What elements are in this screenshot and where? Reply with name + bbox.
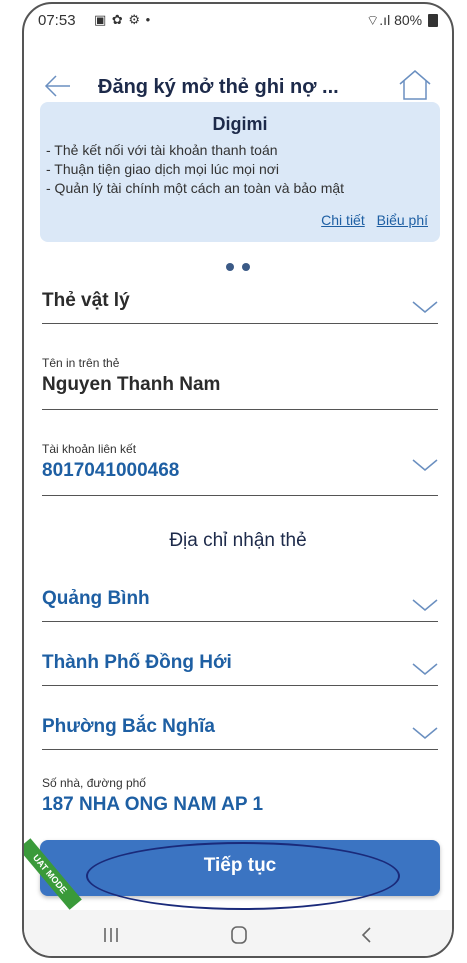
- card-title: Digimi: [212, 114, 268, 134]
- back-arrow-icon[interactable]: [44, 72, 72, 100]
- detail-link[interactable]: Chi tiết: [321, 212, 365, 228]
- linked-account-value: 8017041000468: [42, 460, 180, 481]
- street-address-label: Số nhà, đường phố: [42, 776, 146, 790]
- card-feature-1: - Thẻ kết nối với tài khoản thanh toán: [46, 142, 278, 158]
- card-feature-2: - Thuận tiện giao dịch mọi lúc mọi nơi: [46, 161, 280, 177]
- continue-button[interactable]: Tiếp tục: [40, 840, 440, 896]
- ward-select[interactable]: Phường Bắc Nghĩa: [42, 712, 438, 750]
- street-address-field[interactable]: Số nhà, đường phố 187 NHA ONG NAM AP 1: [42, 776, 438, 828]
- card-links: Chi tiết Biểu phí: [313, 212, 428, 228]
- signal-icon: ⌔.ıl: [366, 12, 391, 28]
- ward-value: Phường Bắc Nghĩa: [42, 716, 215, 737]
- chevron-down-icon: [412, 599, 438, 611]
- home-nav-icon[interactable]: [224, 924, 254, 946]
- chevron-down-icon: [412, 459, 438, 471]
- card-feature-3: - Quản lý tài chính một cách an toàn và …: [46, 180, 345, 196]
- page-title: Đăng ký mở thẻ ghi nợ ...: [98, 76, 339, 98]
- street-address-value: 187 NHA ONG NAM AP 1: [42, 794, 264, 815]
- recent-apps-icon[interactable]: [96, 924, 126, 946]
- product-info-card: Digimi - Thẻ kết nối với tài khoản thanh…: [40, 102, 440, 242]
- carousel-dot[interactable]: [242, 263, 251, 271]
- card-type-value: Thẻ vật lý: [42, 290, 130, 311]
- home-icon[interactable]: [398, 68, 432, 102]
- linked-account-select[interactable]: Tài khoản liên kết 8017041000468: [42, 442, 438, 496]
- battery-icon: [428, 14, 438, 27]
- address-section-title: Địa chỉ nhận thẻ: [169, 530, 307, 551]
- fee-link[interactable]: Biểu phí: [377, 212, 428, 228]
- notification-icons: ▣ ✿ ⚙ •: [94, 12, 152, 27]
- back-nav-icon[interactable]: [352, 924, 382, 946]
- card-name-value: Nguyen Thanh Nam: [42, 374, 221, 395]
- chevron-down-icon: [412, 727, 438, 739]
- carousel-dot[interactable]: [225, 263, 234, 271]
- status-right: ⌔.ıl 80%: [366, 12, 438, 30]
- card-name-field[interactable]: Tên in trên thẻ Nguyen Thanh Nam: [42, 356, 438, 410]
- battery-level: 80%: [394, 12, 423, 28]
- card-type-select[interactable]: Thẻ vật lý: [42, 286, 438, 324]
- phone-frame: 07:53 ▣ ✿ ⚙ • ⌔.ıl 80% Đăng ký mở thẻ gh…: [22, 2, 454, 958]
- system-nav-bar: [24, 910, 452, 956]
- province-select[interactable]: Quảng Bình: [42, 584, 438, 622]
- chevron-down-icon: [412, 301, 438, 313]
- card-name-label: Tên in trên thẻ: [42, 356, 120, 370]
- status-time: 07:53: [38, 12, 76, 29]
- district-value: Thành Phố Đồng Hới: [42, 652, 232, 673]
- linked-account-label: Tài khoản liên kết: [42, 442, 137, 456]
- continue-button-label: Tiếp tục: [203, 855, 277, 876]
- status-bar: 07:53 ▣ ✿ ⚙ • ⌔.ıl 80%: [24, 4, 452, 38]
- chevron-down-icon: [412, 663, 438, 675]
- province-value: Quảng Bình: [42, 588, 150, 609]
- carousel-indicator: [24, 258, 452, 276]
- district-select[interactable]: Thành Phố Đồng Hới: [42, 648, 438, 686]
